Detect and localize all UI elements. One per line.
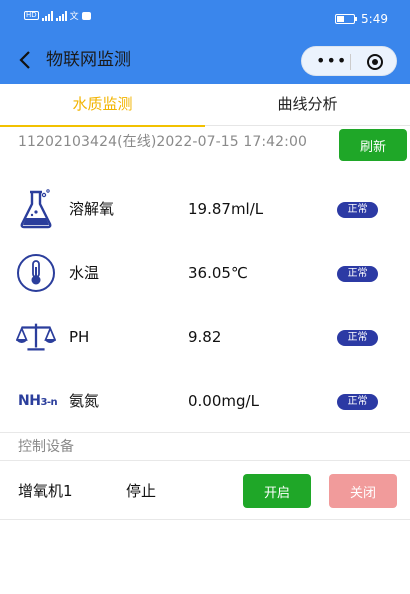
sensor-value: 19.87ml/L (188, 200, 264, 218)
mini-program-capsule: ••• (301, 46, 397, 76)
turn-off-button[interactable]: 关闭 (329, 474, 397, 508)
device-name: 增氧机1 (18, 482, 73, 500)
status-time: 5:49 (361, 12, 388, 26)
control-device-row: 增氧机1 停止 开启 关闭 (0, 460, 410, 520)
scale-icon (16, 315, 56, 359)
device-status-text: 11202103424(在线)2022-07-15 17:42:00 (18, 134, 307, 150)
nh3-icon: NH3-n (18, 379, 68, 423)
sensor-name: PH (69, 328, 90, 346)
page-title: 物联网监测 (46, 50, 131, 70)
nh3-icon-sub: 3-n (40, 397, 58, 408)
control-section-header: 控制设备 (0, 432, 410, 460)
signal-icon (41, 10, 53, 21)
status-badge: 正常 (337, 330, 378, 346)
app-notification-icon (81, 11, 91, 20)
status-badge: 正常 (337, 202, 378, 218)
sensor-name: 氨氮 (69, 392, 100, 410)
capsule-divider (350, 54, 351, 70)
tab-curve-analysis[interactable]: 曲线分析 (205, 86, 410, 126)
device-info-row: 11202103424(在线)2022-07-15 17:42:00 刷新 (0, 127, 410, 163)
status-badge: 正常 (337, 394, 378, 410)
sensor-value: 36.05℃ (188, 264, 248, 282)
nav-bar: 物联网监测 ••• (0, 40, 410, 80)
sensor-name: 溶解氧 (69, 200, 115, 218)
turn-on-button[interactable]: 开启 (243, 474, 311, 508)
sensor-row-dissolved-oxygen: 溶解氧 19.87ml/L 正常 (0, 178, 410, 240)
battery-icon (335, 14, 358, 24)
language-icon: 文 (69, 12, 79, 22)
thermometer-icon (16, 251, 56, 295)
sensor-row-ph: PH 9.82 正常 (0, 306, 410, 368)
sensor-name: 水温 (69, 264, 100, 282)
tab-water-quality[interactable]: 水质监测 (0, 86, 205, 127)
section-title: 控制设备 (18, 439, 74, 455)
nh3-icon-text: NH (18, 393, 41, 409)
sensor-value: 9.82 (188, 328, 222, 346)
close-mini-program-icon[interactable] (367, 54, 383, 70)
flask-icon (16, 187, 56, 231)
status-bar: HD 文 5:49 (0, 0, 410, 36)
tab-bar: 水质监测 曲线分析 (0, 86, 410, 127)
sensor-row-water-temperature: 水温 36.05℃ 正常 (0, 242, 410, 304)
status-badge: 正常 (337, 266, 378, 282)
more-icon[interactable]: ••• (316, 53, 347, 69)
sensor-row-ammonia-nitrogen: NH3-n 氨氮 0.00mg/L 正常 (0, 370, 410, 432)
refresh-button[interactable]: 刷新 (339, 129, 407, 161)
device-state: 停止 (126, 482, 157, 500)
sensor-value: 0.00mg/L (188, 392, 259, 410)
signal-icon (55, 10, 67, 21)
header-bar: HD 文 5:49 物联网监测 ••• (0, 0, 410, 84)
back-icon[interactable] (14, 48, 36, 72)
hd-icon: HD (24, 11, 39, 20)
